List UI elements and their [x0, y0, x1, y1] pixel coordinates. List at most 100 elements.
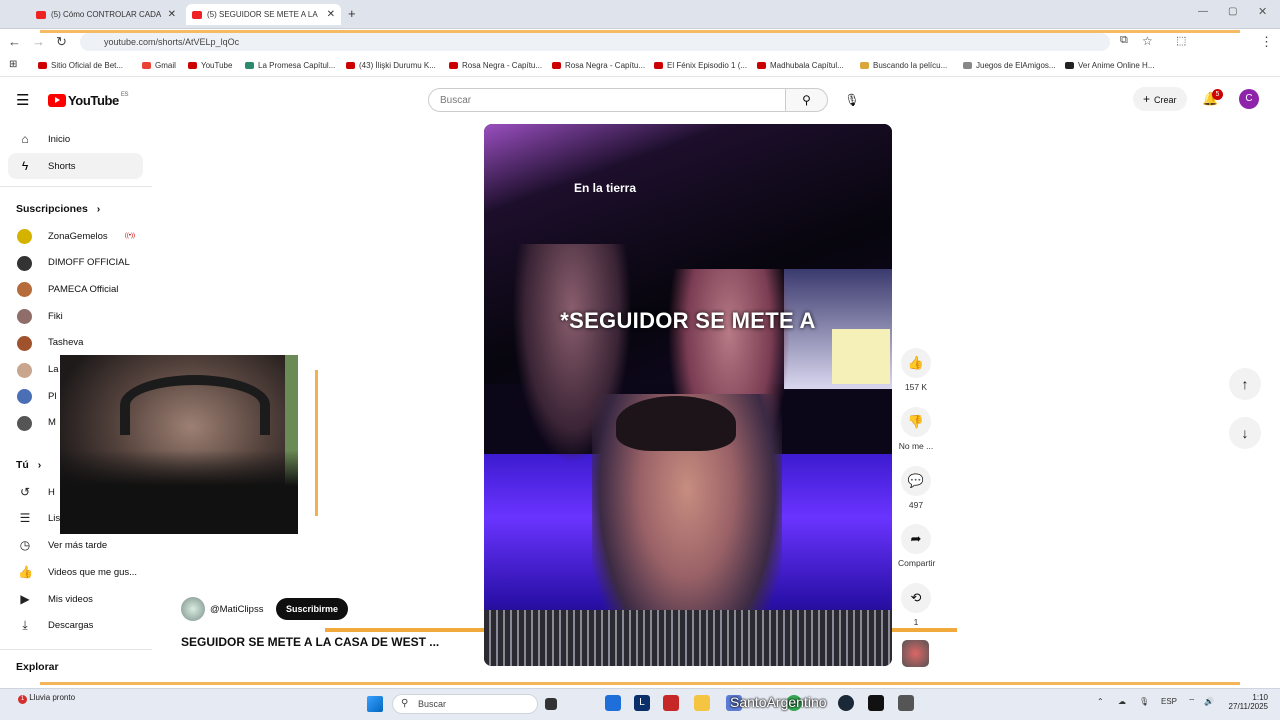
sidebar-subscription-item[interactable]: PAMECA Official	[8, 276, 143, 302]
share-icon[interactable]: ➦	[901, 524, 931, 554]
maximize-icon[interactable]: ▢	[1228, 6, 1237, 17]
voice-search-button[interactable]: 🎙	[840, 88, 864, 112]
thumbs-up-icon[interactable]: 👍	[901, 348, 931, 378]
bookmark-item[interactable]: Gmail	[142, 61, 176, 70]
sound-thumbnail[interactable]	[902, 640, 929, 667]
browser-tab-active[interactable]: (5) SEGUIDOR SE METE A LA ✕	[186, 4, 341, 25]
create-button[interactable]: + Crear	[1133, 87, 1187, 111]
task-view-icon[interactable]	[545, 698, 557, 710]
steam-icon[interactable]	[838, 695, 854, 711]
home-icon: ⌂	[21, 132, 29, 146]
thumbs-down-icon[interactable]: 👎	[901, 407, 931, 437]
browser-tab[interactable]: (5) Cómo CONTROLAR CADA ✕	[30, 4, 182, 25]
account-avatar[interactable]: C	[1239, 89, 1259, 109]
comment-icon[interactable]: 💬	[901, 466, 931, 496]
short-title[interactable]: SEGUIDOR SE METE A LA CASA DE WEST ...	[181, 635, 439, 649]
minimize-icon[interactable]: —	[1198, 6, 1208, 17]
address-bar[interactable]: youtube.com/shorts/AtVELp_lqOc	[80, 33, 1110, 51]
bookmark-item[interactable]: (43) İlişki Durumu K...	[346, 61, 436, 70]
sidebar-item-you[interactable]: ▶ Mis videos	[8, 586, 143, 612]
bookmark-item[interactable]: Rosa Negra - Capítu...	[449, 61, 542, 70]
bookmark-item[interactable]: Juegos de ElAmigos...	[963, 61, 1056, 70]
app-icon[interactable]	[898, 695, 914, 711]
clock[interactable]: 1:10 27/11/2025	[1226, 693, 1268, 711]
youtube-logo[interactable]: YouTube ES	[48, 92, 129, 108]
sidebar-item-you[interactable]: ⤓ Descargas	[8, 612, 143, 638]
remix-icon[interactable]: ⟲	[901, 583, 931, 613]
sidebar-item-label: Videos que me gus...	[48, 566, 138, 578]
new-tab-button[interactable]: +	[348, 6, 356, 21]
back-icon[interactable]: ←	[8, 34, 21, 49]
sidebar-item-label: H	[48, 486, 55, 498]
language-indicator[interactable]: ESP	[1161, 697, 1177, 706]
app-icon[interactable]	[663, 695, 679, 711]
file-explorer-icon[interactable]	[694, 695, 710, 711]
like-action[interactable]: 👍 157 K	[898, 348, 934, 392]
comments-action[interactable]: 💬 497	[898, 466, 934, 510]
video-frame-person	[616, 396, 736, 451]
close-tab-icon[interactable]: ✕	[168, 9, 176, 20]
close-tab-icon[interactable]: ✕	[327, 9, 335, 20]
bookmark-item[interactable]: La Promesa Capítul...	[245, 61, 335, 70]
wifi-icon[interactable]: ⌔	[1188, 697, 1196, 707]
sidebar-item-inicio[interactable]: ⌂ Inicio	[8, 126, 143, 152]
bookmark-item[interactable]: Madhubala Capítul...	[757, 61, 844, 70]
subscribe-button[interactable]: Suscribirme	[276, 598, 348, 620]
sidebar-item-label: Tasheva	[48, 337, 84, 349]
bookmark-item[interactable]: Ver Anime Online H...	[1065, 61, 1154, 70]
close-window-icon[interactable]: ✕	[1258, 5, 1267, 18]
channel-avatar[interactable]	[181, 597, 205, 621]
browser-menu-icon[interactable]: ⋮	[1260, 34, 1273, 50]
you-heading[interactable]: Tú ›	[16, 459, 41, 471]
channel-avatar	[17, 282, 32, 298]
youtube-icon	[552, 62, 561, 69]
bookmark-item[interactable]: Rosa Negra - Capítu...	[552, 61, 645, 70]
tray-chevron-icon[interactable]: ⌃	[1097, 697, 1104, 706]
sidebar-item-shorts[interactable]: ϟ Shorts	[8, 153, 143, 179]
comment-count: 497	[908, 500, 924, 510]
bookmark-item[interactable]: YouTube	[188, 61, 232, 70]
sidebar-item-you[interactable]: ◷ Ver más tarde	[8, 532, 143, 558]
search-input[interactable]: Buscar	[428, 88, 786, 112]
menu-hamburger-icon[interactable]: ☰	[16, 91, 29, 109]
app-icon[interactable]: L	[634, 695, 650, 711]
app-icon[interactable]	[605, 695, 621, 711]
tray-app-icon[interactable]: ☁	[1118, 697, 1126, 706]
remix-action[interactable]: ⟲ 1	[898, 583, 934, 627]
search-button[interactable]: ⚲	[786, 88, 828, 112]
sidebar-subscription-item[interactable]: DIMOFF OFFICIAL	[8, 250, 143, 276]
extensions-icon[interactable]: ⬚	[1176, 34, 1186, 47]
bookmark-item[interactable]: Sitio Oficial de Bet...	[38, 61, 123, 70]
sidebar-subscription-item[interactable]: ZonaGemelos ((•))	[8, 223, 143, 249]
chevron-right-icon: ›	[37, 459, 42, 471]
taskbar-search[interactable]: ⚲ Buscar	[392, 694, 538, 714]
bookmark-star-icon[interactable]: ☆	[1142, 34, 1153, 48]
youtube-favicon-icon	[36, 10, 46, 19]
windows-start-icon[interactable]	[367, 696, 383, 712]
tray-mic-icon[interactable]: 🎙	[1139, 697, 1149, 706]
apps-grid-icon[interactable]: ⊞	[9, 59, 17, 70]
channel-name[interactable]: @MatiClipss	[210, 604, 263, 615]
previous-short-button[interactable]: ↑	[1229, 368, 1261, 400]
forward-icon[interactable]: →	[32, 34, 45, 49]
sidebar-item-you[interactable]: 👍 Videos que me gus...	[8, 559, 143, 585]
dislike-action[interactable]: 👎 No me ...	[898, 407, 934, 451]
bookmark-item[interactable]: El Fénix Episodio 1 (...	[654, 61, 747, 70]
volume-icon[interactable]: 🔊	[1204, 697, 1214, 706]
bookmark-item[interactable]: Buscando la pelícu...	[860, 61, 947, 70]
arrow-up-icon: ↑	[1241, 376, 1249, 392]
youtube-icon	[654, 62, 663, 69]
my-videos-icon: ▶	[20, 592, 30, 606]
share-action[interactable]: ➦ Compartir	[898, 524, 935, 568]
subscriptions-heading[interactable]: Suscripciones ›	[16, 203, 100, 215]
sidebar-subscription-item[interactable]: Tasheva	[8, 330, 143, 356]
short-video-player[interactable]: En la tierra *SEGUIDOR SE METE A	[484, 124, 892, 666]
weather-widget[interactable]: 1 Lluvia pronto	[18, 693, 75, 704]
next-short-button[interactable]: ↓	[1229, 417, 1261, 449]
install-icon[interactable]: ⧉	[1120, 34, 1128, 47]
sidebar-subscription-item[interactable]: Fiki	[8, 303, 143, 329]
app-icon[interactable]	[868, 695, 884, 711]
reload-icon[interactable]: ↻	[56, 34, 67, 50]
logo-text: YouTube	[68, 93, 119, 108]
sidebar-item-label: DIMOFF OFFICIAL	[48, 257, 130, 269]
